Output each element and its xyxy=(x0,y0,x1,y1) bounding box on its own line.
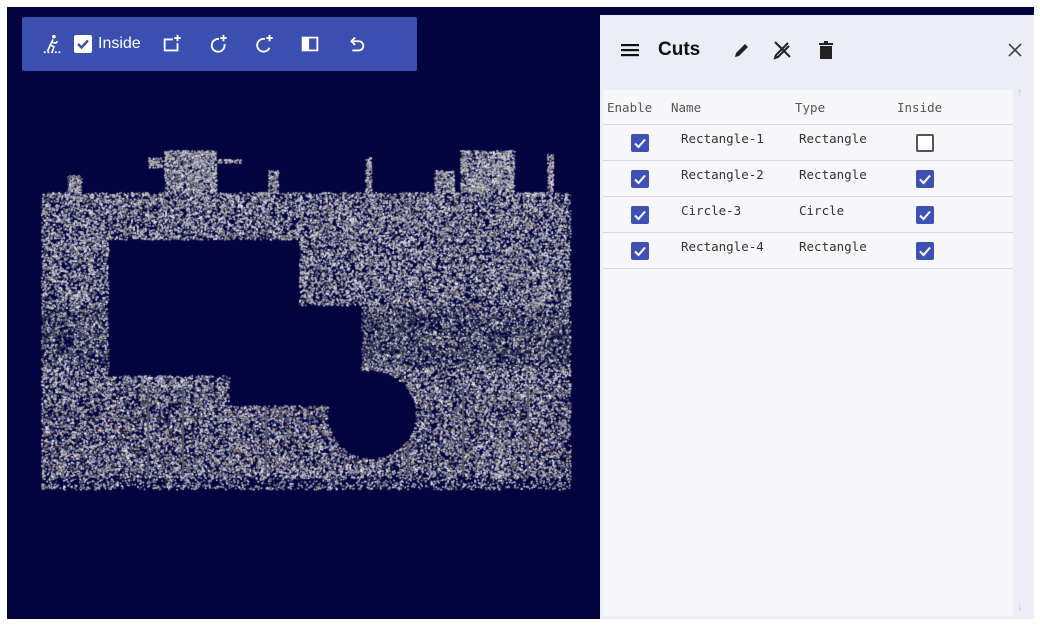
cuts-panel: Cuts Enable Name Type Inside Rectangle-1… xyxy=(600,15,1034,619)
toggle-panel-button[interactable] xyxy=(299,29,321,59)
close-icon[interactable] xyxy=(1003,38,1027,62)
enable-checkbox[interactable] xyxy=(631,169,649,188)
cut-name: Rectangle-2 xyxy=(681,167,764,182)
table-row[interactable]: Circle-3 Circle xyxy=(603,196,1013,233)
table-row[interactable]: Rectangle-4 Rectangle xyxy=(603,232,1013,269)
column-header-enable[interactable]: Enable xyxy=(603,90,671,125)
person-walk-icon xyxy=(43,34,63,54)
scroll-up-icon[interactable]: ↑ xyxy=(1017,87,1023,99)
enable-checkbox[interactable] xyxy=(631,133,649,152)
inside-label: Inside xyxy=(98,35,141,52)
cut-type: Rectangle xyxy=(799,239,867,254)
add-circle-alt-icon xyxy=(256,34,273,53)
cuts-table-container: Enable Name Type Inside Rectangle-1 Recta… xyxy=(603,90,1013,616)
pencil-icon[interactable] xyxy=(730,38,754,62)
cut-name: Rectangle-1 xyxy=(681,131,764,146)
enable-checkbox[interactable] xyxy=(631,205,649,224)
add-circle-alt-button[interactable] xyxy=(253,29,275,59)
cut-type: Circle xyxy=(799,203,845,218)
cuts-panel-header: Cuts xyxy=(600,15,1034,85)
inside-checkbox[interactable] xyxy=(916,241,934,260)
add-rectangle-button[interactable] xyxy=(161,29,183,59)
cuts-table: Enable Name Type Inside Rectangle-1 Recta… xyxy=(603,90,1013,269)
cut-toolbar: Inside xyxy=(22,17,417,71)
walk-mode-button[interactable] xyxy=(42,29,64,59)
undo-icon xyxy=(349,36,364,52)
inside-checkbox[interactable] xyxy=(916,169,934,188)
menu-icon[interactable] xyxy=(618,38,642,62)
column-header-type[interactable]: Type xyxy=(789,90,893,125)
cut-name: Rectangle-4 xyxy=(681,239,764,254)
rectangle-toggle-icon xyxy=(301,36,318,52)
enable-checkbox[interactable] xyxy=(631,241,649,260)
column-header-name[interactable]: Name xyxy=(671,90,789,125)
inside-toggle[interactable]: Inside xyxy=(74,35,141,53)
panel-title: Cuts xyxy=(658,39,701,60)
checkbox-checked-icon xyxy=(74,35,92,53)
undo-button[interactable] xyxy=(345,29,367,59)
edit-off-icon[interactable] xyxy=(770,38,794,62)
table-row[interactable]: Rectangle-1 Rectangle xyxy=(603,124,1013,161)
add-rectangle-icon xyxy=(163,34,181,52)
add-circle-icon xyxy=(210,34,227,53)
scroll-down-icon[interactable]: ↓ xyxy=(1017,601,1023,613)
column-header-inside[interactable]: Inside xyxy=(893,90,1013,125)
trash-icon[interactable] xyxy=(814,38,838,62)
cut-type: Rectangle xyxy=(799,131,867,146)
inside-checkbox[interactable] xyxy=(916,205,934,224)
cuts-table-body: Rectangle-1 Rectangle Rectangle-2 Rectangle… xyxy=(603,124,1013,269)
table-row[interactable]: Rectangle-2 Rectangle xyxy=(603,160,1013,197)
inside-checkbox[interactable] xyxy=(916,133,934,152)
add-circle-button[interactable] xyxy=(207,29,229,59)
cut-type: Rectangle xyxy=(799,167,867,182)
app-frame: Inside Cuts Enable Name Type Inside Rect… xyxy=(0,0,1040,626)
scrollbar[interactable]: ↑ ↓ xyxy=(1013,85,1031,615)
table-header-row: Enable Name Type Inside xyxy=(603,90,1013,125)
cut-name: Circle-3 xyxy=(681,203,742,218)
